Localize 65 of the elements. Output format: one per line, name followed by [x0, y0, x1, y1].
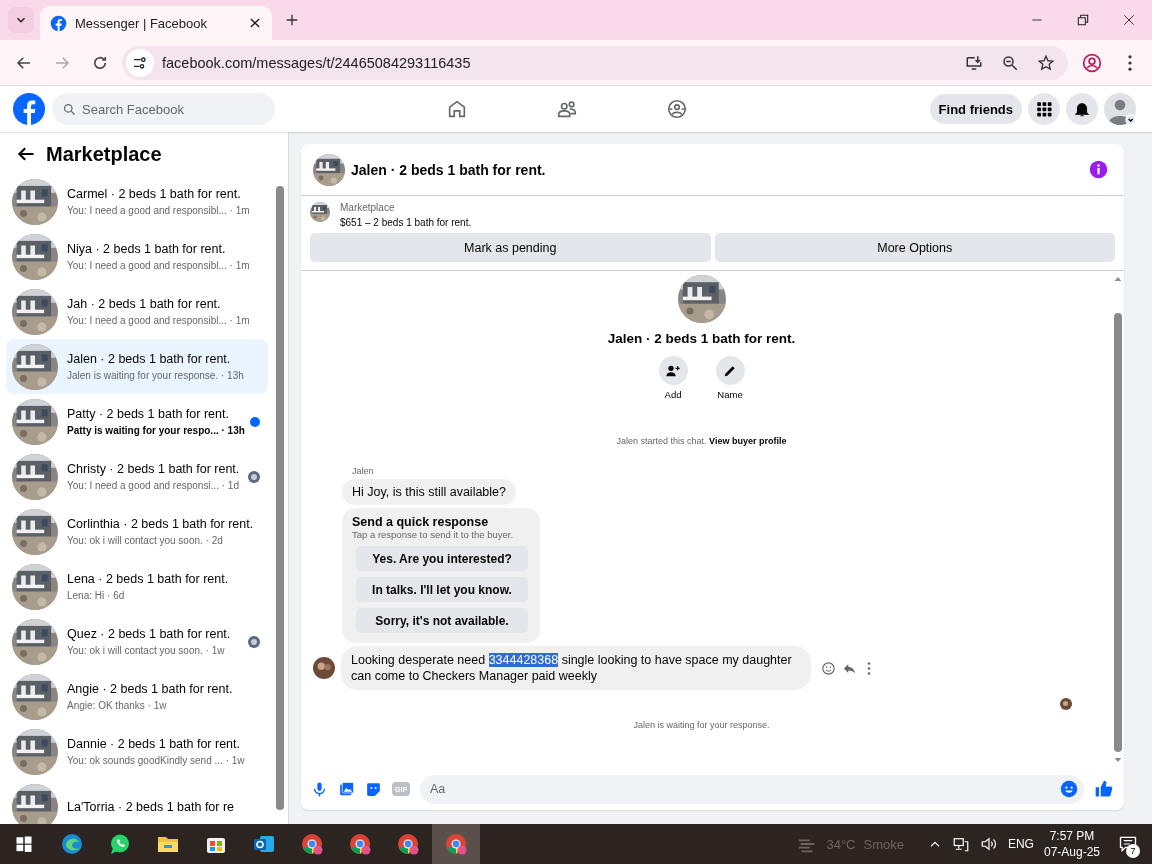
status-message: Jalen is waiting for your response.: [633, 720, 770, 730]
browser-tab[interactable]: Messenger | Facebook: [40, 6, 272, 40]
message-preview: You: I need a good and responsibl... · 1m: [67, 315, 251, 326]
conversation-item[interactable]: Quez · 2 beds 1 bath for rent. You: ok i will contact you soon. · 1w: [6, 614, 268, 669]
quick-response-hint: Tap a response to send it to the buyer.: [352, 529, 515, 540]
conversation-item[interactable]: Angie · 2 beds 1 bath for rent. Angie: OK thanks · 1w: [6, 669, 268, 724]
quick-response-title: Send a quick response: [352, 515, 490, 529]
listing-title: $651 – 2 beds 1 bath for rent.: [340, 217, 472, 228]
conversation-title: Jalen · 2 beds 1 bath for rent.: [67, 352, 232, 366]
listing-action-button[interactable]: Mark as pending: [310, 233, 711, 262]
buyer-profile-link[interactable]: View buyer profile: [709, 436, 787, 446]
listing-action-button[interactable]: More Options: [714, 233, 1115, 262]
listing-label: Marketplace: [340, 202, 396, 213]
conversation-item[interactable]: Corlinthia · 2 beds 1 bath for rent. You: ok i will contact you soon. · 2d: [6, 504, 268, 559]
conversation-item[interactable]: Carmel · 2 beds 1 bath for rent. You: I need a good and responsibl... · 1m: [6, 174, 268, 229]
notification-count: 7: [1126, 844, 1140, 858]
system-message: Jalen started this chat. View buyer profile: [616, 436, 787, 446]
clock-date: 07-Aug-25: [1043, 845, 1100, 859]
sender-name: Jalen: [352, 466, 375, 476]
message-field[interactable]: Aa: [420, 774, 1084, 804]
conversation-title: Dannie · 2 beds 1 bath for rent.: [67, 737, 242, 751]
conversation-title: Carmel · 2 beds 1 bath for rent.: [67, 187, 242, 201]
find-friends-button[interactable]: Find friends: [929, 94, 1022, 124]
message-preview: Jalen is waiting for your response. · 13h: [67, 370, 245, 381]
conversation-item[interactable]: Lena · 2 beds 1 bath for rent. Lena: Hi · 6d: [6, 559, 268, 614]
conversation-item[interactable]: Patty · 2 beds 1 bath for rent. Patty is waiting for your respo... · 13h: [6, 394, 268, 449]
chat-title: Jalen · 2 beds 1 bath for rent.: [351, 161, 547, 178]
conversation-title: Lena · 2 beds 1 bath for rent.: [67, 572, 230, 586]
tab-title: Messenger | Facebook: [75, 15, 208, 31]
address-bar[interactable]: facebook.com/messages/t/24465084293116435: [122, 45, 1068, 80]
message-preview: You: I need a good and responsibl... · 1m: [67, 205, 251, 216]
conversation-item[interactable]: Dannie · 2 beds 1 bath for rent. You: ok sounds goodKindly send ... · 1w: [6, 724, 268, 779]
conversation-title: Corlinthia · 2 beds 1 bath for rent.: [67, 517, 255, 531]
message-bubble: Looking desperate need 3344428368 single looking to have space my daughter can come to Checkers Manager paid weekly: [341, 646, 811, 690]
conversation-title: Patty · 2 beds 1 bath for rent.: [67, 407, 230, 421]
conversation-title: Christy · 2 beds 1 bath for rent.: [67, 462, 239, 476]
clock-time: 7:57 PM: [1049, 829, 1095, 843]
temperature: 34°C: [826, 836, 856, 852]
conversation-title: La'Torria · 2 beds 1 bath for re: [67, 799, 236, 814]
weather-condition: Smoke: [863, 836, 904, 852]
sidebar-title: Marketplace: [46, 142, 162, 166]
message-preview: Lena: Hi · 6d: [67, 590, 126, 601]
message-bubble: Hi Joy, is this still available?: [342, 479, 516, 505]
conversation-title: Quez · 2 beds 1 bath for rent.: [67, 627, 232, 641]
message-preview: Angie: OK thanks · 1w: [67, 700, 168, 711]
search-field[interactable]: Search Facebook: [52, 93, 275, 125]
conversation-title: Jah · 2 beds 1 bath for rent.: [67, 297, 222, 311]
conversation-title: Niya · 2 beds 1 bath for rent.: [67, 242, 227, 256]
url-text: facebook.com/messages/t/24465084293116435: [162, 54, 472, 71]
quick-response-button[interactable]: In talks. I'll let you know.: [356, 577, 528, 602]
quick-response-button[interactable]: Yes. Are you interested?: [356, 546, 528, 571]
notification-center-button[interactable]: 7: [1110, 824, 1146, 864]
conversation-item[interactable]: Jalen · 2 beds 1 bath for rent. Jalen is waiting for your response. · 13h: [6, 339, 268, 394]
message-preview: You: ok i will contact you soon. · 2d: [67, 535, 224, 546]
message-preview: You: I need a good and responsibl... · 1m: [67, 260, 251, 271]
conversation-name: Jalen · 2 beds 1 bath for rent.: [607, 331, 796, 346]
message-preview: You: ok sounds goodKindly send ... · 1w: [67, 755, 246, 766]
message-preview: You: I need a good and responsi... · 1d: [67, 480, 239, 491]
message-preview: You: ok i will contact you soon. · 1w: [67, 645, 226, 656]
conversation-item[interactable]: Niya · 2 beds 1 bath for rent. You: I need a good and responsibl... · 1m: [6, 229, 268, 284]
conversation-title: Angie · 2 beds 1 bath for rent.: [67, 682, 234, 696]
quick-response-button[interactable]: Sorry, it's not available.: [356, 608, 528, 633]
language-indicator[interactable]: ENG: [1007, 837, 1034, 851]
conversation-item[interactable]: Christy · 2 beds 1 bath for rent. You: I need a good and responsi... · 1d: [6, 449, 268, 504]
conversation-item[interactable]: Jah · 2 beds 1 bath for rent. You: I need a good and responsibl... · 1m: [6, 284, 268, 339]
